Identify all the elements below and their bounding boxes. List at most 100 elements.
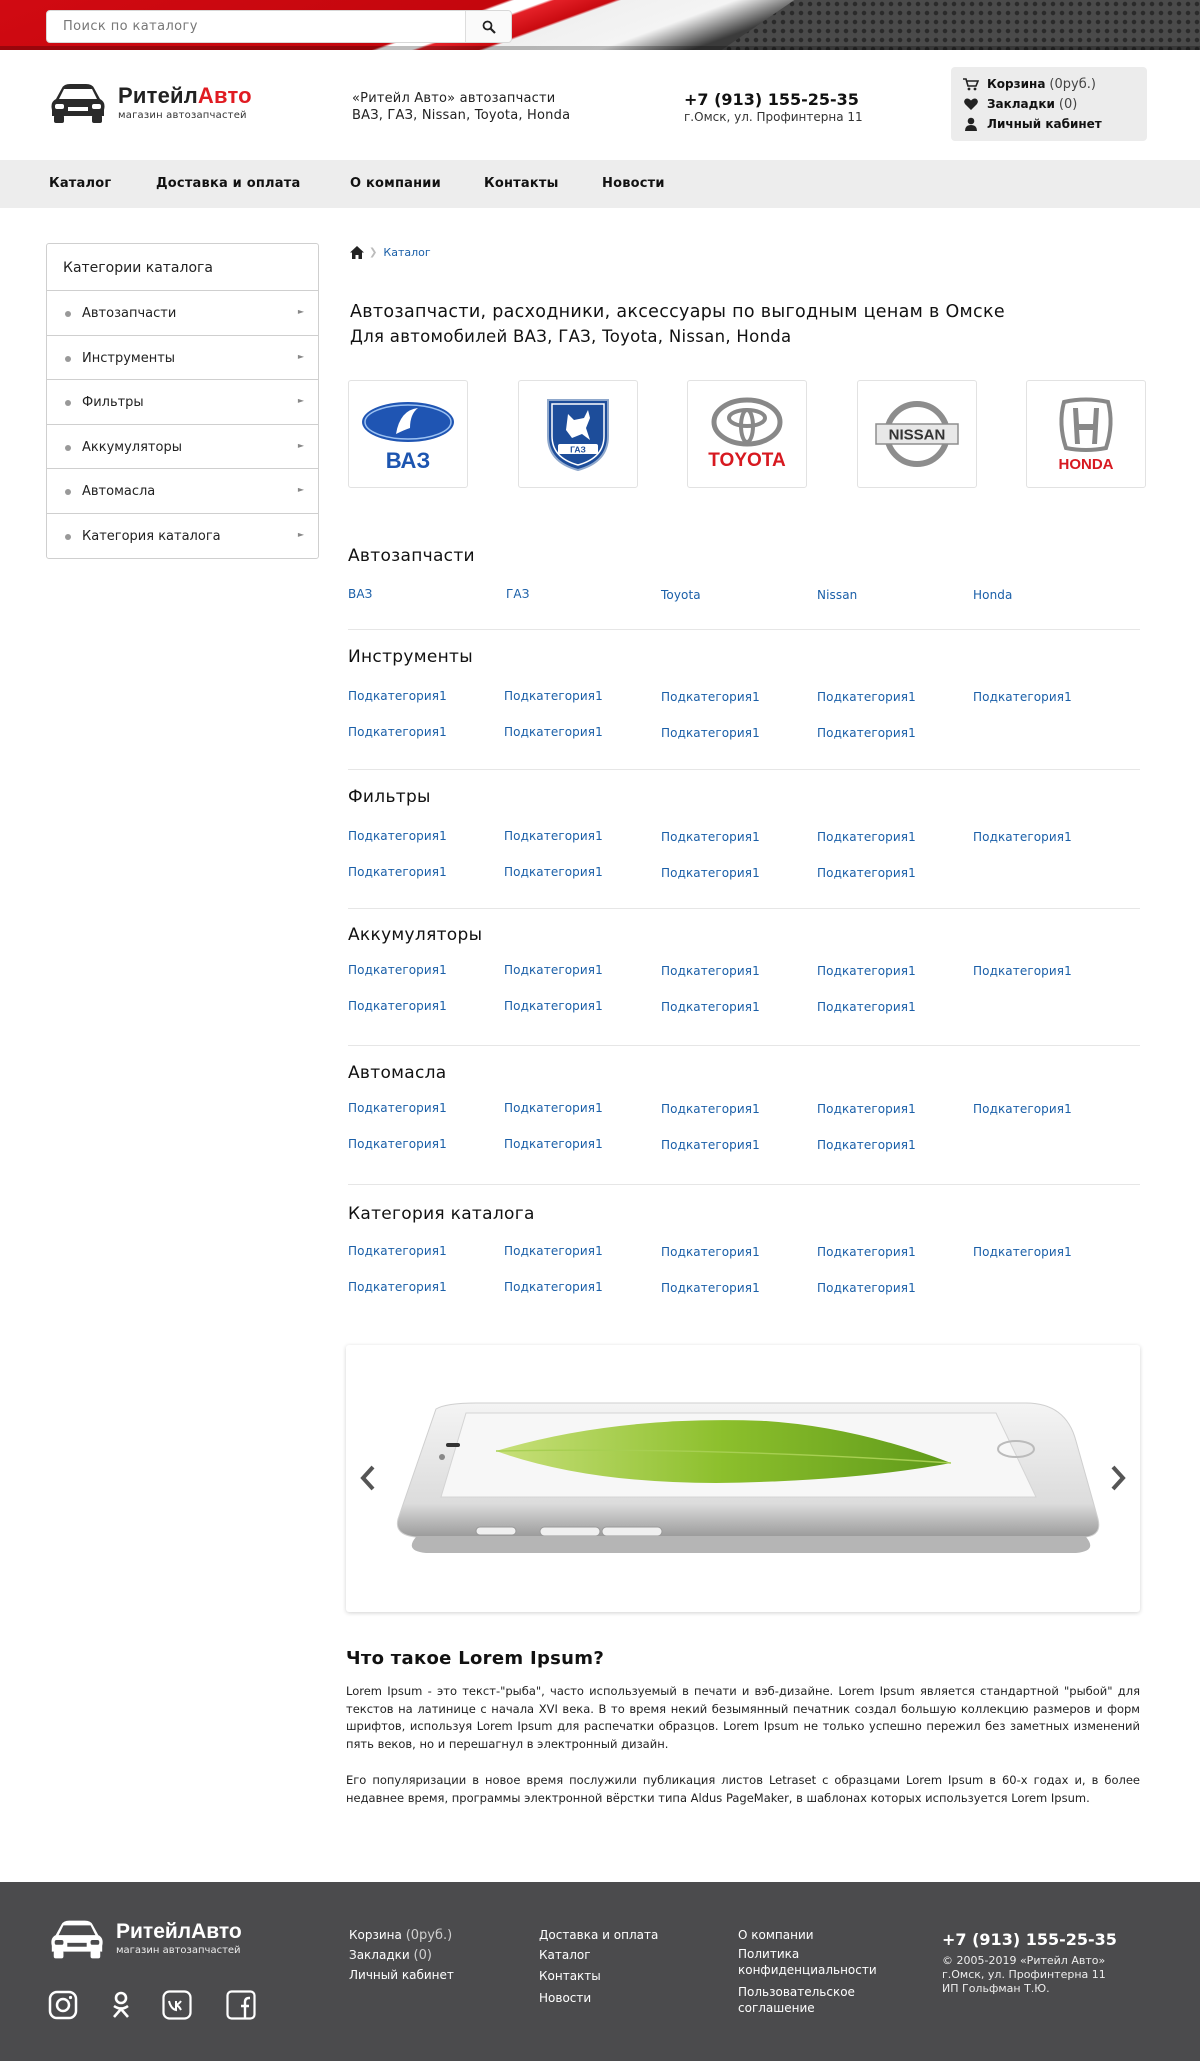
section-link[interactable]: Подкатегория1 xyxy=(348,999,447,1013)
section-link[interactable]: Подкатегория1 xyxy=(661,830,760,844)
section-link[interactable]: Подкатегория1 xyxy=(817,1102,916,1116)
footer-phone[interactable]: +7 (913) 155-25-35 xyxy=(942,1930,1117,1949)
nav-contacts[interactable]: Контакты xyxy=(484,176,559,191)
sidebar-item-oils[interactable]: Автомасла ► xyxy=(47,469,318,514)
breadcrumb: ❯ Каталог xyxy=(350,246,431,259)
section-link[interactable]: Подкатегория1 xyxy=(348,689,447,703)
footer-privacy-link[interactable]: Политика конфиденциальности xyxy=(738,1946,877,1978)
brand-gaz[interactable]: ГАЗ xyxy=(518,380,638,488)
footer-contacts-link[interactable]: Контакты xyxy=(539,1969,601,1983)
vk-icon[interactable] xyxy=(162,1990,192,2020)
footer-about-link[interactable]: О компании xyxy=(738,1928,814,1942)
section-link[interactable]: Подкатегория1 xyxy=(973,690,1072,704)
section-link[interactable]: Подкатегория1 xyxy=(348,1280,447,1294)
section-link[interactable]: Подкатегория1 xyxy=(661,1102,760,1116)
chevron-right-icon: ► xyxy=(297,529,304,539)
section-link[interactable]: ГАЗ xyxy=(506,587,530,601)
section-link[interactable]: Honda xyxy=(973,588,1012,602)
brand-toyota[interactable]: TOYOTA xyxy=(687,380,807,488)
brand-nissan[interactable]: NISSAN xyxy=(857,380,977,488)
facebook-icon[interactable] xyxy=(226,1990,256,2020)
about-paragraph-1: Lorem Ipsum - это текст-"рыба", часто ис… xyxy=(346,1684,1140,1751)
section-link[interactable]: Подкатегория1 xyxy=(661,1245,760,1259)
footer-terms-link[interactable]: Пользовательское соглашение xyxy=(738,1984,855,2016)
bookmarks-link[interactable]: Закладки (0) xyxy=(963,94,1147,114)
footer-bookmarks-link[interactable]: Закладки (0) xyxy=(349,1948,432,1963)
section-link[interactable]: Подкатегория1 xyxy=(817,866,916,880)
section-link[interactable]: Подкатегория1 xyxy=(348,1101,447,1115)
section-link[interactable]: Подкатегория1 xyxy=(661,690,760,704)
sidebar-item-catalog-category[interactable]: Категория каталога ► xyxy=(47,514,318,559)
section-link[interactable]: Подкатегория1 xyxy=(817,1281,916,1295)
sidebar-item-filters[interactable]: Фильтры ► xyxy=(47,380,318,425)
section-link[interactable]: Подкатегория1 xyxy=(661,726,760,740)
section-link[interactable]: Подкатегория1 xyxy=(817,726,916,740)
section-link[interactable]: Подкатегория1 xyxy=(661,1281,760,1295)
section-link[interactable]: Подкатегория1 xyxy=(817,964,916,978)
brand-vaz[interactable]: ВАЗ xyxy=(348,380,468,488)
section-link[interactable]: Подкатегория1 xyxy=(817,830,916,844)
footer-logo[interactable]: РитейлАвто магазин автозапчастей xyxy=(46,1916,242,1960)
brand-honda[interactable]: HONDA xyxy=(1026,380,1146,488)
section-link[interactable]: Подкатегория1 xyxy=(504,1137,603,1151)
section-link[interactable]: Подкатегория1 xyxy=(348,865,447,879)
section-link[interactable]: Подкатегория1 xyxy=(504,1244,603,1258)
section-link[interactable]: Toyota xyxy=(661,588,701,602)
section-link[interactable]: Подкатегория1 xyxy=(348,1137,447,1151)
section-link[interactable]: Подкатегория1 xyxy=(504,829,603,843)
section-link[interactable]: Nissan xyxy=(817,588,857,602)
section-link[interactable]: Подкатегория1 xyxy=(817,1000,916,1014)
section-link[interactable]: Подкатегория1 xyxy=(504,1101,603,1115)
sidebar-item-tools[interactable]: Инструменты ► xyxy=(47,336,318,381)
instagram-icon[interactable] xyxy=(48,1990,78,2020)
section-link[interactable]: Подкатегория1 xyxy=(973,830,1072,844)
section-link[interactable]: Подкатегория1 xyxy=(348,963,447,977)
footer-account-link[interactable]: Личный кабинет xyxy=(349,1968,454,1982)
section-link[interactable]: Подкатегория1 xyxy=(817,690,916,704)
section-link[interactable]: Подкатегория1 xyxy=(817,1245,916,1259)
slider-next-icon[interactable] xyxy=(1108,1463,1128,1493)
section-link[interactable]: Подкатегория1 xyxy=(973,1245,1072,1259)
section-link[interactable]: Подкатегория1 xyxy=(661,1138,760,1152)
header-phone[interactable]: +7 (913) 155-25-35 xyxy=(684,90,863,109)
section-link[interactable]: Подкатегория1 xyxy=(973,964,1072,978)
footer-catalog-link[interactable]: Каталог xyxy=(539,1948,591,1962)
odnoklassniki-icon[interactable] xyxy=(106,1990,136,2020)
toyota-logo-icon: TOYOTA xyxy=(708,397,786,471)
nav-delivery[interactable]: Доставка и оплата xyxy=(156,176,300,191)
footer-delivery-link[interactable]: Доставка и оплата xyxy=(539,1928,658,1942)
section-link[interactable]: Подкатегория1 xyxy=(504,999,603,1013)
section-link[interactable]: Подкатегория1 xyxy=(348,829,447,843)
section-link[interactable]: ВАЗ xyxy=(348,587,372,601)
home-icon[interactable] xyxy=(350,246,364,259)
search-button[interactable] xyxy=(465,11,511,42)
section-link[interactable]: Подкатегория1 xyxy=(661,1000,760,1014)
section-link[interactable]: Подкатегория1 xyxy=(504,963,603,977)
honda-logo-icon: HONDA xyxy=(1059,397,1114,473)
footer-news-link[interactable]: Новости xyxy=(539,1991,591,2005)
nav-news[interactable]: Новости xyxy=(602,176,665,191)
sidebar-item-autoparts[interactable]: Автозапчасти ► xyxy=(47,291,318,336)
footer-cart-link[interactable]: Корзина (0руб.) xyxy=(349,1928,452,1943)
section-link[interactable]: Подкатегория1 xyxy=(504,689,603,703)
section-link[interactable]: Подкатегория1 xyxy=(661,964,760,978)
section-link[interactable]: Подкатегория1 xyxy=(504,725,603,739)
sidebar-item-batteries[interactable]: Аккумуляторы ► xyxy=(47,425,318,470)
heart-icon xyxy=(964,98,978,110)
section-link[interactable]: Подкатегория1 xyxy=(504,865,603,879)
cart-link[interactable]: Корзина (0руб.) xyxy=(963,74,1147,94)
section-link[interactable]: Подкатегория1 xyxy=(661,866,760,880)
user-box: Корзина (0руб.) Закладки (0) Личный кабине… xyxy=(951,67,1147,141)
logo[interactable]: РитейлАвто магазин автозапчастей xyxy=(46,80,252,124)
search-input[interactable] xyxy=(63,11,463,42)
section-link[interactable]: Подкатегория1 xyxy=(348,725,447,739)
section-link[interactable]: Подкатегория1 xyxy=(348,1244,447,1258)
slider-prev-icon[interactable] xyxy=(358,1463,378,1493)
nav-catalog[interactable]: Каталог xyxy=(49,176,111,191)
section-link[interactable]: Подкатегория1 xyxy=(817,1138,916,1152)
account-link[interactable]: Личный кабинет xyxy=(963,114,1147,134)
section-link[interactable]: Подкатегория1 xyxy=(504,1280,603,1294)
section-link[interactable]: Подкатегория1 xyxy=(973,1102,1072,1116)
nav-about[interactable]: О компании xyxy=(350,176,441,191)
breadcrumb-current[interactable]: Каталог xyxy=(383,246,430,259)
